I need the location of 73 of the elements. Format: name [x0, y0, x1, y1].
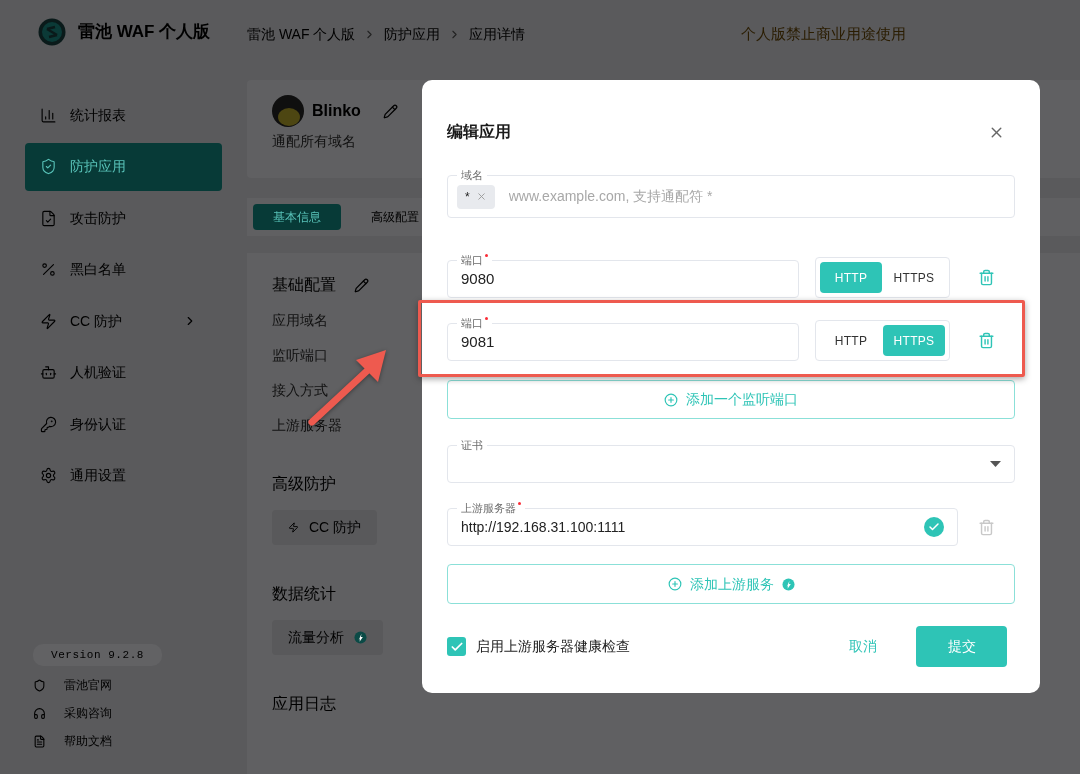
avatar-icon	[272, 95, 304, 127]
submit-button[interactable]: 提交	[916, 626, 1007, 667]
robot-icon	[40, 364, 57, 381]
app-name: Blinko	[312, 101, 361, 121]
section-title: 高级防护	[272, 474, 336, 494]
field-name: 应用域名	[272, 311, 328, 329]
cancel-button[interactable]: 取消	[849, 636, 877, 657]
upstream-value: http://192.168.31.100:1111	[461, 517, 627, 537]
breadcrumb-item[interactable]: 雷池 WAF 个人版	[247, 23, 356, 45]
sidebar-item[interactable]: 黑白名单	[25, 245, 222, 294]
tab[interactable]: 高级配置	[351, 204, 439, 230]
edit-icon[interactable]	[382, 103, 398, 119]
footer-link[interactable]: 雷池官网	[64, 676, 112, 694]
domain-tag: *	[457, 184, 495, 209]
headset-icon	[33, 706, 46, 720]
bar-chart-icon	[40, 106, 57, 124]
bolt-icon	[40, 312, 57, 330]
shield-icon	[40, 158, 57, 175]
domain-input[interactable]: www.example.com, 支持通配符 *	[508, 186, 1005, 207]
dialog-title: 编辑应用	[447, 122, 511, 142]
section-title: 基础配置	[272, 275, 336, 295]
field-label: 端口	[461, 316, 483, 330]
field-label: 证书	[461, 438, 483, 452]
remove-icon[interactable]	[475, 191, 487, 202]
pro-badge-icon	[781, 577, 795, 591]
sidebar-item[interactable]: CC 防护	[25, 297, 222, 345]
port-value: 9081	[461, 331, 495, 352]
sidebar-item[interactable]: 人机验证	[25, 348, 222, 397]
plus-icon	[664, 392, 678, 407]
protocol-option[interactable]: HTTP	[820, 262, 882, 293]
breadcrumb-item: 应用详情	[469, 24, 526, 44]
port-value: 9080	[461, 268, 495, 289]
field-name: 监听端口	[272, 346, 328, 364]
section-title: 数据统计	[272, 584, 336, 604]
dropdown-caret-icon	[990, 461, 1001, 467]
sidebar-item[interactable]: 身份认证	[25, 400, 222, 448]
delete-icon[interactable]	[978, 332, 995, 349]
sidebar-item[interactable]: 统计报表	[25, 91, 222, 139]
breadcrumb-item[interactable]: 防护应用	[384, 23, 441, 45]
sidebar-item[interactable]: 通用设置	[25, 451, 222, 500]
footer-link[interactable]: 采购咨询	[64, 704, 112, 722]
key-icon	[40, 415, 57, 433]
edit-icon[interactable]	[354, 277, 369, 293]
sidebar-item[interactable]: 攻击防护	[25, 194, 222, 242]
add-upstream-button[interactable]: 添加上游服务	[447, 564, 1015, 604]
document-icon	[33, 734, 46, 748]
version-badge: Version 9.2.8	[33, 643, 162, 666]
shield-icon	[33, 678, 46, 692]
plus-icon	[667, 577, 682, 591]
delete-icon[interactable]	[978, 269, 995, 286]
section-title: 应用日志	[272, 694, 336, 714]
app-subtitle: 通配所有域名	[272, 132, 356, 151]
logo-icon	[38, 18, 66, 46]
pro-badge-icon	[354, 631, 367, 644]
feature-chip[interactable]: 流量分析	[272, 620, 383, 655]
field-label: 上游服务器	[461, 501, 516, 515]
percent-icon	[40, 261, 57, 278]
health-check-checkbox[interactable]	[447, 637, 466, 656]
field-label: 域名	[457, 168, 487, 182]
feature-chip[interactable]: CC 防护	[272, 510, 378, 545]
bolt-icon	[288, 522, 299, 533]
gear-icon	[40, 467, 57, 484]
add-port-button[interactable]: 添加一个监听端口	[447, 380, 1015, 419]
app-title: 雷池 WAF 个人版	[78, 21, 211, 44]
checkbox-label: 启用上游服务器健康检查	[476, 637, 631, 656]
field-label: 端口	[461, 253, 483, 267]
tab[interactable]: 基本信息	[253, 204, 341, 230]
protocol-option[interactable]: HTTPS	[883, 325, 945, 356]
footer-link[interactable]: 帮助文档	[64, 732, 112, 750]
notice-text: 个人版禁止商业用途使用	[741, 23, 907, 44]
field-name: 接入方式	[272, 381, 328, 399]
document-check-icon	[40, 209, 57, 227]
sidebar-item[interactable]: 防护应用	[25, 142, 222, 191]
